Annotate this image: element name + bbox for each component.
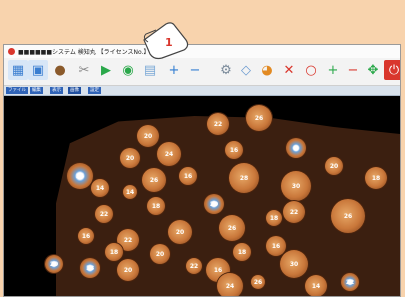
log-end[interactable]: 20 (137, 125, 159, 147)
grid-view-icon[interactable]: ▦ (8, 60, 28, 80)
log-end[interactable]: 22 (207, 113, 229, 135)
log-end[interactable]: 24 (217, 273, 243, 296)
app-window: ■■■■■■システム 検知丸 【ライセンスNo.】 ▦ ▣ ● ✂ ▶ ◉ ▤ + − ⚙ ◇ ◕ ✕ ○… (3, 44, 401, 297)
minus-icon[interactable]: − (343, 60, 363, 80)
log-end[interactable]: 20 (204, 194, 224, 214)
log-end[interactable]: 16 (78, 228, 94, 244)
log-end[interactable]: 30 (280, 250, 308, 278)
log-end[interactable]: 14 (91, 179, 109, 197)
log-end[interactable]: 20 (150, 244, 170, 264)
log-end[interactable]: 20 (120, 148, 140, 168)
log-end[interactable]: 16 (225, 141, 243, 159)
eraser-icon[interactable]: ◇ (236, 60, 256, 80)
log-end[interactable]: 22 (186, 258, 202, 274)
log-end[interactable]: 18 (233, 243, 251, 261)
move-icon[interactable]: ✥ (363, 60, 383, 80)
window-title: ■■■■■■システム 検知丸 【ライセンスNo.】 (18, 49, 150, 56)
log-end[interactable]: 22 (341, 273, 359, 291)
log-end[interactable]: 20 (117, 259, 139, 281)
palette-icon[interactable]: ◕ (257, 60, 277, 80)
log-end[interactable]: 20 (168, 220, 192, 244)
pointing-hand-icon: 1 (143, 22, 189, 60)
add-plus-icon[interactable]: + (323, 60, 343, 80)
log-end[interactable]: 24 (157, 142, 181, 166)
log-end[interactable]: 26 (219, 215, 245, 241)
tab-3[interactable]: 画像 (68, 87, 81, 94)
toolbar: ▦ ▣ ● ✂ ▶ ◉ ▤ + − ⚙ ◇ ◕ ✕ ○ + − ✥ ⏻ (4, 58, 400, 86)
circle-icon[interactable]: ○ (301, 60, 321, 80)
log-end[interactable]: 20 (325, 157, 343, 175)
log-end[interactable]: 18 (365, 167, 387, 189)
log-end[interactable]: 14 (123, 185, 137, 199)
log-end[interactable]: 22 (95, 205, 113, 223)
tile-view-icon[interactable]: ▣ (28, 60, 48, 80)
menu-tabs: ファイル 編集 表示 画像 設定 (4, 86, 400, 96)
log-end[interactable]: 30 (281, 171, 311, 201)
log-end[interactable]: 26 (142, 168, 166, 192)
delete-x-icon[interactable]: ✕ (279, 60, 299, 80)
log-end[interactable]: 16 (179, 167, 197, 185)
tools-icon[interactable]: ✂ (74, 60, 94, 80)
log-end[interactable]: 18 (147, 197, 165, 215)
log-end[interactable]: 26 (246, 105, 272, 131)
log-end[interactable]: 22 (283, 201, 305, 223)
app-icon (8, 48, 15, 55)
log-end[interactable]: 18 (266, 210, 282, 226)
zoom-in-icon[interactable]: + (164, 60, 184, 80)
document-icon[interactable]: ▤ (140, 60, 160, 80)
log-end[interactable]: 16 (266, 236, 286, 256)
log-end[interactable]: 26 (251, 275, 265, 289)
recognize-icon[interactable]: ◉ (118, 60, 138, 80)
hand-label: 1 (165, 36, 173, 49)
log-end[interactable]: 8 (286, 138, 306, 158)
title-bar: ■■■■■■システム 検知丸 【ライセンスNo.】 (4, 45, 400, 59)
power-icon[interactable]: ⏻ (384, 60, 400, 80)
zoom-out-icon[interactable]: − (185, 60, 205, 80)
tab-2[interactable]: 表示 (50, 87, 63, 94)
log-end[interactable]: 28 (229, 163, 259, 193)
tab-0[interactable]: ファイル (6, 87, 28, 94)
tab-4[interactable]: 設定 (88, 87, 101, 94)
play-icon[interactable]: ▶ (96, 60, 116, 80)
log-end[interactable]: 14 (305, 275, 327, 296)
image-canvas[interactable]: 22 26 20 24 16 20 8 20 16 28 26 26 30 18 14 14 18 22 22 20 1… (4, 96, 400, 296)
tab-1[interactable]: 編集 (30, 87, 43, 94)
log-end[interactable]: 26 (331, 199, 365, 233)
log-end[interactable]: 20 (45, 255, 63, 273)
settings-icon[interactable]: ⚙ (216, 60, 236, 80)
log-end[interactable]: 26 (67, 163, 93, 189)
log-end[interactable]: 18 (105, 243, 123, 261)
wood-icon[interactable]: ● (50, 60, 70, 80)
log-end[interactable]: 18 (80, 258, 100, 278)
